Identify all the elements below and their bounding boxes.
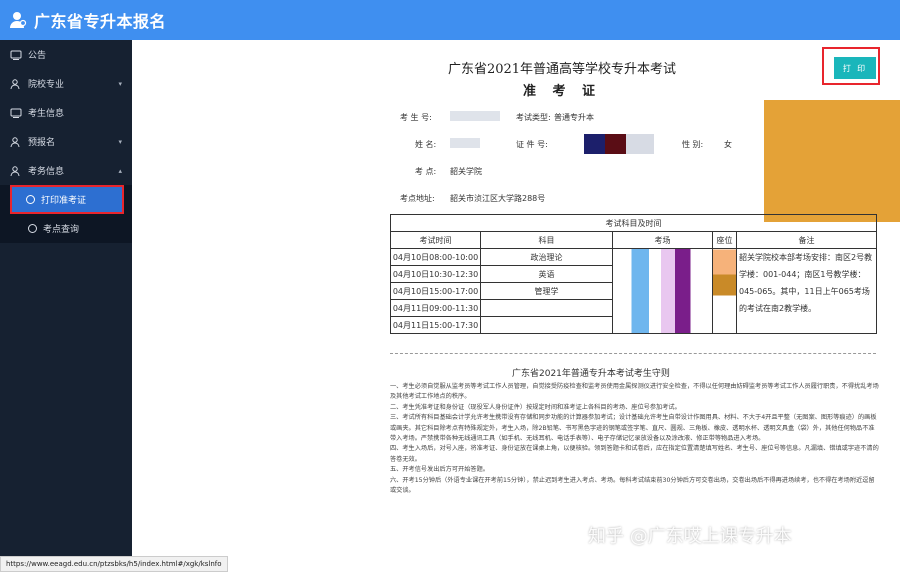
sidebar-item-candidate-info[interactable]: 考生信息 [0, 98, 132, 127]
sidebar-item-pre-registration[interactable]: 预报名 ▾ [0, 127, 132, 156]
exam-no-label: 考 生 号: [400, 113, 432, 122]
table-row: 04月10日08:00-10:00 政治理论 韶关学院校本部考场安排：南区2号教… [390, 248, 878, 334]
redacted-seat-cell [712, 248, 737, 334]
sidebar: 公告 院校专业 ▾ 考生信息 预报名 ▾ 考务信息 ▴ 打印准考证 考点查询 [0, 40, 132, 572]
table-header: 考场 [612, 231, 713, 249]
sidebar-item-label: 考生信息 [28, 109, 65, 119]
site-label: 考 点: [415, 167, 437, 176]
sidebar-item-announcement[interactable]: 公告 [0, 40, 132, 69]
exam-time-cell: 04月10日10:30-12:30 [390, 265, 481, 283]
sidebar-item-exam-affairs[interactable]: 考务信息 ▴ [0, 156, 132, 185]
exam-time-cell: 04月10日08:00-10:00 [390, 248, 481, 266]
monitor-icon [10, 108, 22, 118]
sidebar-item-label: 公告 [28, 51, 47, 61]
rule-paragraph: 一、考生必须自觉服从监考员等考试工作人员管理，自觉接受防疫检查和监考员使用金属探… [390, 383, 879, 401]
user-logo-icon [10, 12, 27, 28]
sidebar-item-label: 院校专业 [28, 80, 65, 90]
users-icon [10, 78, 20, 89]
exam-type-value: 普通专升本 [554, 113, 594, 122]
sidebar-item-label: 考务信息 [28, 167, 65, 177]
exam-schedule-table: 考试科目及时间 考试时间 科目 考场 座位 备注 04月10日08:00-10:… [389, 214, 878, 334]
address-label: 考点地址: [400, 194, 435, 203]
exam-type-label: 考试类型: [516, 113, 551, 122]
sidebar-item-label: 打印准考证 [41, 196, 87, 206]
exam-time-cell: 04月11日09:00-11:30 [390, 299, 481, 317]
rule-paragraph: 四、考生入场后，对号入座，将准考证、身份证放在课桌上角，以便核验。领到答题卡和试… [390, 445, 879, 463]
sidebar-item-label: 预报名 [28, 138, 56, 148]
exam-time-cell: 04月11日15:00-17:30 [390, 316, 481, 334]
table-header: 座位 [712, 231, 737, 249]
table-header: 科目 [480, 231, 613, 249]
redacted-room-cell [612, 248, 713, 334]
redacted-name [450, 138, 480, 148]
photo-overlay [764, 100, 900, 222]
subject-cell: 政治理论 [480, 248, 613, 266]
sidebar-item-site-query[interactable]: 考点查询 [0, 214, 132, 243]
subject-cell: 管理学 [480, 282, 613, 300]
document-subtitle: 准 考 证 [522, 84, 602, 99]
redacted-exam-no [450, 111, 500, 121]
submenu-exam-affairs: 打印准考证 考点查询 [0, 185, 132, 243]
address-value: 韶关市浈江区大学路288号 [450, 194, 546, 203]
sidebar-item-print-admission[interactable]: 打印准考证 [10, 185, 124, 214]
name-label: 姓 名: [415, 140, 437, 149]
main-content: 打 印 广东省2021年普通高等学校专升本考试 准 考 证 考 生 号: 考试类… [132, 40, 900, 572]
rules-title: 广东省2021年普通专升本考试考生守则 [512, 369, 670, 379]
sidebar-item-schools[interactable]: 院校专业 ▾ [0, 69, 132, 98]
gender-value: 女 [724, 140, 732, 149]
sidebar-item-label: 考点查询 [43, 225, 80, 235]
users-icon [10, 136, 20, 147]
chevron-down-icon: ▾ [118, 79, 122, 88]
table-header: 考试时间 [390, 231, 481, 249]
site-value: 韶关学院 [450, 167, 482, 176]
table-caption: 考试科目及时间 [389, 214, 878, 232]
circle-icon [28, 224, 37, 233]
gender-label: 性 别: [682, 140, 704, 149]
monitor-icon [10, 50, 22, 60]
print-button[interactable]: 打 印 [834, 57, 876, 79]
subject-cell [480, 316, 613, 334]
rule-paragraph: 五、开考信号发出后方可开始答题。 [390, 466, 489, 474]
rule-paragraph: 二、考生凭准考证和身份证（现役军人身份证件）按规定时间和准考证上各科目的考场、座… [390, 403, 681, 411]
subject-cell: 英语 [480, 265, 613, 283]
exam-time-cell: 04月10日15:00-17:00 [390, 282, 481, 300]
status-bar-url: https://www.eeagd.edu.cn/ptzsbks/h5/inde… [0, 556, 228, 572]
note-cell: 韶关学院校本部考场安排：南区2号教学楼：001-044；南区1号教学楼：045-… [735, 248, 878, 334]
rules-text: 一、考生必须自觉服从监考员等考试工作人员管理，自觉接受防疫检查和监考员使用金属探… [390, 382, 880, 496]
circle-icon [26, 195, 35, 204]
id-label: 证 件 号: [516, 140, 548, 149]
watermark: 知乎 @广东哎上课专升本 [588, 526, 792, 547]
users-icon [10, 165, 20, 176]
divider [390, 353, 876, 354]
document-title: 广东省2021年普通高等学校专升本考试 [447, 62, 677, 77]
chevron-up-icon: ▴ [118, 166, 122, 175]
rule-paragraph: 三、考试所有科目基础会计学允许考生携带没有存储和同步功能的计算器参加考试；设计基… [390, 414, 877, 443]
top-bar: 广东省专升本报名 [0, 0, 900, 40]
table-header: 备注 [735, 231, 878, 249]
table-header-row: 考试时间 科目 考场 座位 备注 [390, 231, 878, 249]
subject-cell [480, 299, 613, 317]
app-title: 广东省专升本报名 [34, 12, 167, 31]
redacted-id [584, 134, 654, 154]
chevron-down-icon: ▾ [118, 137, 122, 146]
rule-paragraph: 六、开考15分钟后（外语专业课在开考前15分钟），禁止迟到考生进入考点、考场。每… [390, 476, 875, 495]
